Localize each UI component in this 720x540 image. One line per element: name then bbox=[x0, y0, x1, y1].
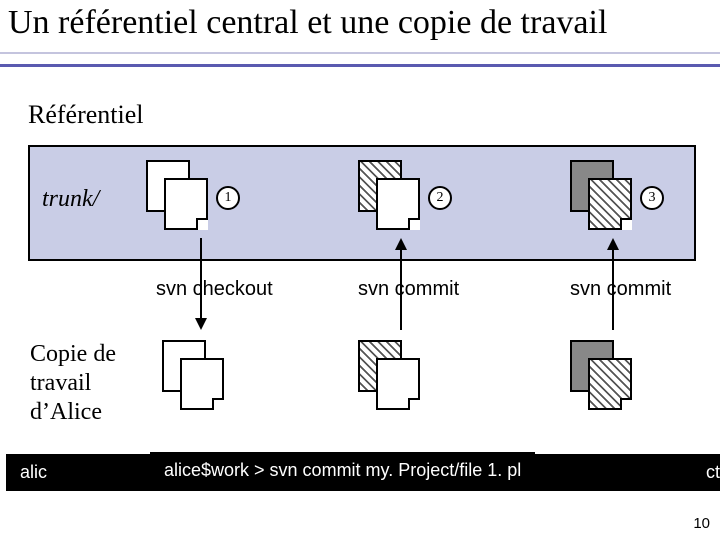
repository-heading: Référentiel bbox=[28, 100, 144, 130]
repo-files-rev3 bbox=[570, 160, 634, 232]
revision-badge-3: 3 bbox=[640, 186, 664, 210]
terminal-back-left: alic bbox=[20, 462, 47, 482]
terminal-back-right: ct bbox=[706, 462, 720, 483]
terminal-front: alice$work > svn commit my. Project/file… bbox=[150, 452, 535, 489]
wc-line2: travail bbox=[30, 370, 91, 396]
wc-line1: Copie de bbox=[30, 341, 116, 367]
slide-title: Un référentiel central et une copie de t… bbox=[8, 4, 607, 42]
wc-files-1 bbox=[162, 340, 226, 412]
arrow-commit1-head bbox=[395, 238, 407, 250]
working-copy-heading: Copie de travail d’Alice bbox=[30, 340, 116, 426]
page-number: 10 bbox=[693, 515, 710, 532]
trunk-label: trunk/ bbox=[42, 186, 99, 213]
label-commit1: svn commit bbox=[358, 278, 459, 301]
repo-files-rev2 bbox=[358, 160, 422, 232]
revision-badge-2: 2 bbox=[428, 186, 452, 210]
repo-files-rev1 bbox=[146, 160, 210, 232]
wc-files-2 bbox=[358, 340, 422, 412]
label-checkout: svn checkout bbox=[156, 278, 273, 301]
wc-files-3 bbox=[570, 340, 634, 412]
label-commit2: svn commit bbox=[570, 278, 671, 301]
arrow-checkout-head bbox=[195, 318, 207, 330]
wc-line3: d’Alice bbox=[30, 399, 102, 425]
title-underline bbox=[0, 50, 720, 67]
revision-badge-1: 1 bbox=[216, 186, 240, 210]
arrow-commit2-head bbox=[607, 238, 619, 250]
